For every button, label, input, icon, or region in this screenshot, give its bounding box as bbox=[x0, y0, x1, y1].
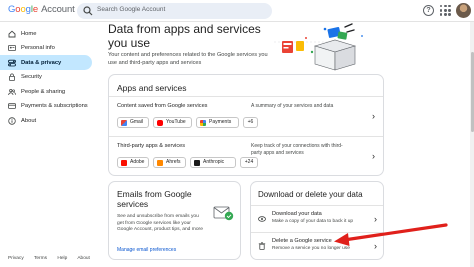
chevron-right-icon: › bbox=[374, 214, 377, 224]
chevron-right-icon: › bbox=[372, 151, 375, 161]
chip-anthropic: Anthropic bbox=[190, 157, 236, 168]
apps-and-services-card: Apps and services Content saved from Goo… bbox=[108, 74, 384, 176]
apps-grid-icon[interactable] bbox=[440, 5, 451, 16]
top-bar: Google Account Search Google Account ? bbox=[0, 0, 474, 22]
person-card-icon bbox=[8, 44, 16, 51]
sidebar-item-label: Payments & subscriptions bbox=[21, 103, 88, 109]
help-icon[interactable]: ? bbox=[423, 5, 434, 16]
sidebar-item-data-privacy[interactable]: Data & privacy bbox=[0, 55, 92, 70]
footer: Privacy Terms Help About bbox=[8, 256, 99, 261]
sidebar: Home Personal info Data & privacy Securi… bbox=[0, 26, 96, 128]
download-data-desc: Make a copy of your data to back it up bbox=[272, 218, 354, 224]
info-icon bbox=[8, 116, 16, 125]
sidebar-item-security[interactable]: Security bbox=[0, 70, 92, 85]
payments-icon bbox=[200, 120, 206, 126]
content-saved-note: A summary of your services and data bbox=[251, 103, 334, 109]
toggle-icon bbox=[8, 59, 16, 66]
ahrefs-icon bbox=[157, 160, 163, 166]
footer-link-help[interactable]: Help bbox=[57, 256, 67, 261]
gmail-icon bbox=[121, 120, 127, 126]
sidebar-item-label: Personal info bbox=[21, 45, 55, 51]
lock-icon bbox=[8, 73, 15, 81]
page-title: Data from apps and services you use bbox=[108, 22, 261, 50]
emails-card-title: Emails from Google services bbox=[117, 189, 192, 209]
sidebar-item-personal-info[interactable]: Personal info bbox=[0, 41, 92, 56]
delete-service-desc: Remove a service you no longer use bbox=[272, 245, 350, 251]
sidebar-item-label: About bbox=[21, 117, 37, 124]
download-card-title: Download or delete your data bbox=[258, 190, 363, 199]
emails-card-description: See and unsubscribe from emails you get … bbox=[117, 214, 203, 232]
youtube-icon bbox=[157, 120, 163, 126]
chip-more: +24 bbox=[240, 157, 258, 168]
chip-label: Adobe bbox=[130, 159, 145, 165]
sidebar-item-label: Security bbox=[21, 74, 42, 80]
content-saved-label: Content saved from Google services bbox=[117, 103, 208, 109]
sidebar-item-home[interactable]: Home bbox=[0, 26, 92, 41]
anthropic-icon bbox=[194, 160, 200, 166]
download-icon bbox=[258, 216, 266, 222]
mail-settings-icon bbox=[213, 206, 234, 221]
sidebar-item-people-sharing[interactable]: People & sharing bbox=[0, 84, 92, 99]
content-saved-row[interactable]: Content saved from Google services A sum… bbox=[109, 96, 383, 136]
chip-label: +6 bbox=[247, 119, 254, 125]
credit-card-icon bbox=[8, 103, 16, 109]
chip-ahrefs: Ahrefs bbox=[153, 157, 186, 168]
emails-card: Emails from Google services See and unsu… bbox=[108, 181, 241, 260]
chip-gmail: Gmail bbox=[117, 117, 149, 128]
logo-account-text: Account bbox=[41, 4, 75, 15]
adobe-icon bbox=[121, 160, 127, 166]
download-data-title: Download your data bbox=[272, 211, 322, 217]
data-illustration bbox=[274, 23, 363, 71]
sidebar-item-payments[interactable]: Payments & subscriptions bbox=[0, 99, 92, 114]
trash-icon bbox=[258, 242, 266, 250]
third-party-row[interactable]: Third-party apps & services Keep track o… bbox=[109, 136, 383, 176]
search-input[interactable]: Search Google Account bbox=[97, 6, 165, 13]
chevron-right-icon: › bbox=[372, 111, 375, 121]
download-delete-card: Download or delete your data Download yo… bbox=[250, 181, 384, 260]
chip-more: +6 bbox=[243, 117, 258, 128]
search-bar[interactable]: Search Google Account bbox=[77, 3, 272, 19]
chip-label: YouTube bbox=[166, 119, 186, 125]
footer-link-terms[interactable]: Terms bbox=[34, 256, 47, 261]
sidebar-item-label: People & sharing bbox=[21, 88, 66, 95]
apps-card-title: Apps and services bbox=[117, 83, 187, 93]
home-icon bbox=[8, 30, 16, 37]
chip-label: Gmail bbox=[130, 119, 144, 125]
chip-label: Anthropic bbox=[203, 159, 225, 165]
sidebar-item-label: Home bbox=[21, 30, 37, 37]
footer-link-about[interactable]: About bbox=[77, 256, 90, 261]
third-party-note: Keep track of your connections with thir… bbox=[251, 143, 343, 156]
people-icon bbox=[8, 88, 16, 95]
google-account-logo[interactable]: Google Account bbox=[8, 4, 75, 15]
chip-label: Ahrefs bbox=[166, 159, 181, 165]
footer-link-privacy[interactable]: Privacy bbox=[8, 256, 24, 261]
scrollbar-thumb[interactable] bbox=[470, 52, 474, 132]
chip-payments: Payments bbox=[196, 117, 239, 128]
delete-service-title: Delete a Google service bbox=[272, 238, 332, 244]
download-data-row[interactable]: Download your data Make a copy of your d… bbox=[251, 205, 383, 232]
third-party-label: Third-party apps & services bbox=[117, 143, 186, 149]
scrollbar[interactable] bbox=[470, 22, 474, 267]
sidebar-item-label: Data & privacy bbox=[21, 59, 62, 66]
chip-label: +24 bbox=[244, 159, 254, 165]
search-icon bbox=[83, 6, 93, 16]
chevron-right-icon: › bbox=[374, 241, 377, 251]
chip-label: Payments bbox=[209, 119, 232, 125]
delete-service-row[interactable]: Delete a Google service Remove a service… bbox=[251, 232, 383, 259]
chip-youtube: YouTube bbox=[153, 117, 192, 128]
avatar[interactable] bbox=[456, 3, 471, 18]
page-description: Your content and preferences related to … bbox=[108, 52, 268, 66]
sidebar-item-about[interactable]: About bbox=[0, 113, 92, 128]
chip-adobe: Adobe bbox=[117, 157, 149, 168]
manage-email-preferences-link[interactable]: Manage email preferences bbox=[117, 247, 176, 253]
logo-google-text: Google bbox=[8, 4, 39, 15]
